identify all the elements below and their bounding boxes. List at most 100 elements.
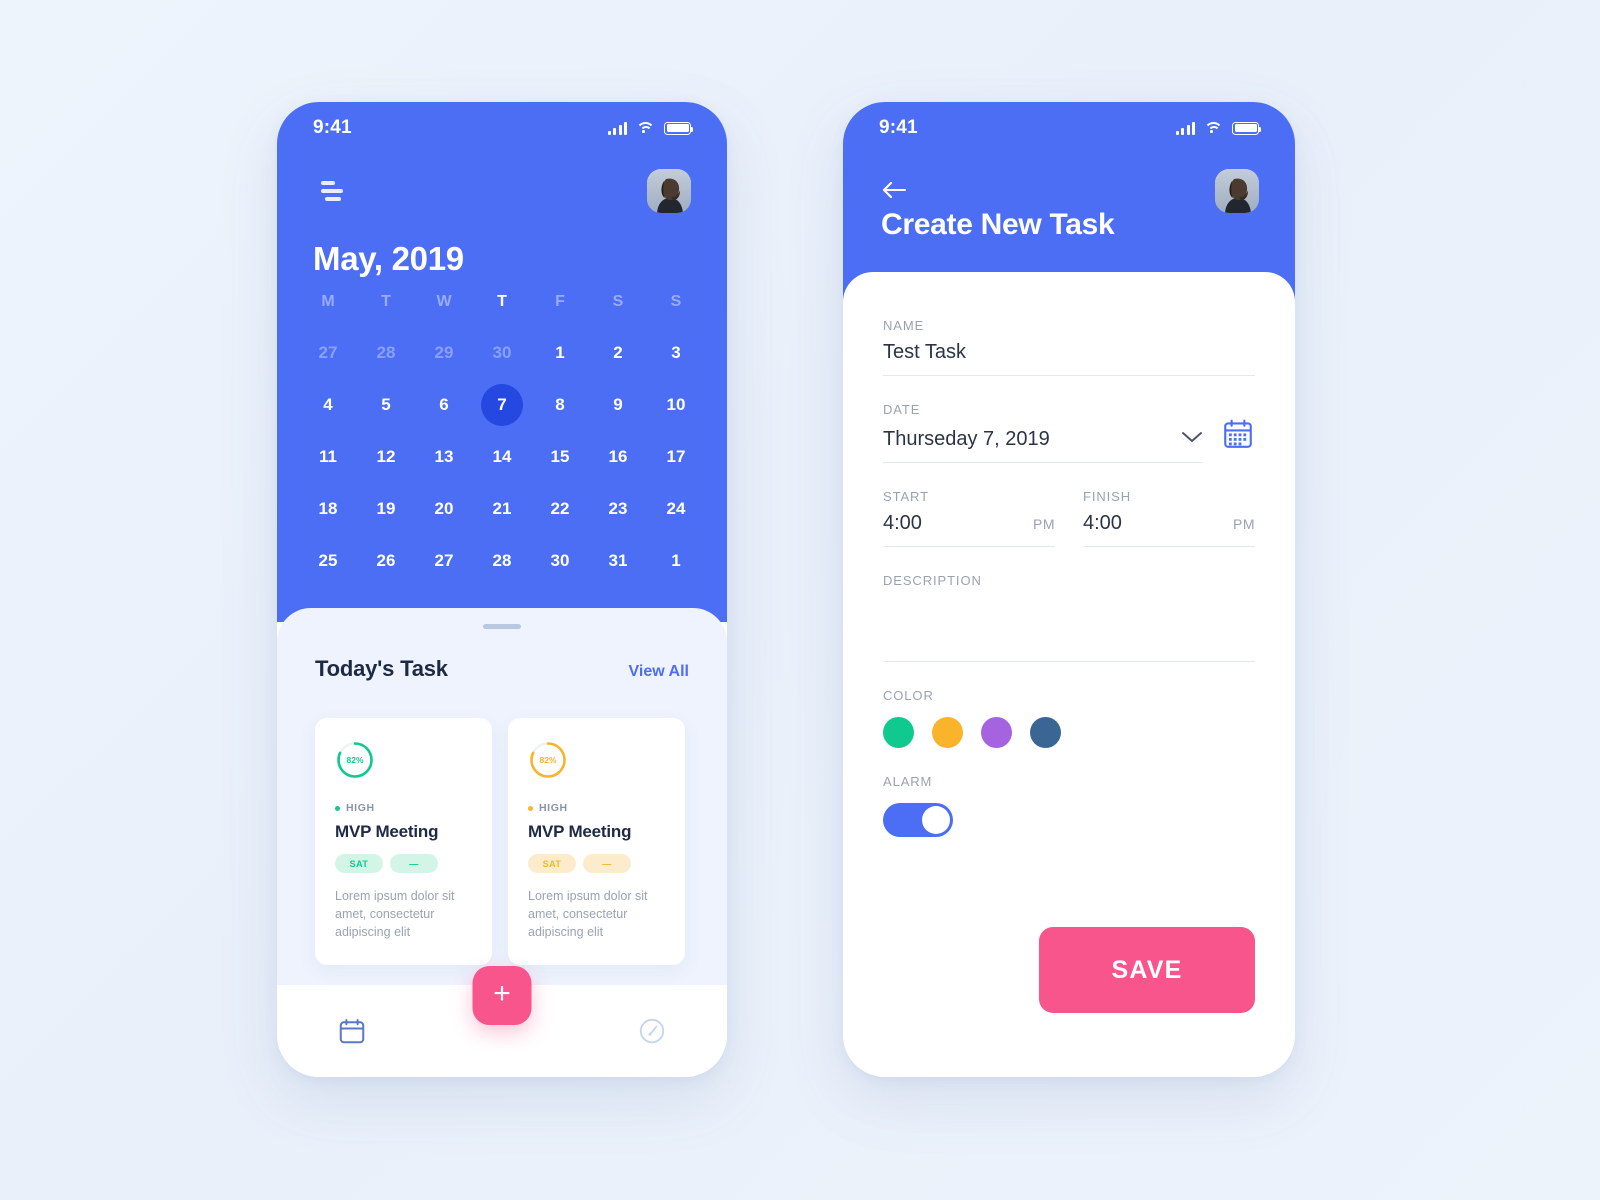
nav-stats-button[interactable] (624, 1003, 680, 1059)
date-input[interactable]: Thurseday 7, 2019 (883, 428, 1050, 451)
calendar-weekday: F (555, 293, 565, 310)
calendar-day-label: 5 (381, 395, 391, 414)
calendar-day[interactable]: 16 (589, 431, 647, 483)
calendar-day[interactable]: 29 (415, 327, 473, 379)
create-task-form: NAME Test Task DATE Thurseday 7, 2019 ST… (843, 272, 1295, 1077)
start-ampm[interactable]: PM (1033, 516, 1055, 532)
calendar-day-label: 8 (555, 395, 565, 414)
start-underline (883, 546, 1055, 547)
calendar-day-label: 22 (550, 499, 570, 518)
calendar-day[interactable]: 25 (299, 535, 357, 587)
calendar-day[interactable]: 18 (299, 483, 357, 535)
calendar-day[interactable]: 1 (647, 535, 705, 587)
date-picker-button[interactable] (1221, 417, 1255, 451)
calendar-day[interactable]: 15 (531, 431, 589, 483)
task-card[interactable]: 82% HIGH MVP Meeting SAT — Lorem ipsum dolor … (315, 718, 492, 966)
calendar-day[interactable]: 11 (299, 431, 357, 483)
alarm-toggle[interactable] (883, 803, 953, 837)
avatar-photo (647, 169, 691, 213)
calendar-day[interactable]: 13 (415, 431, 473, 483)
calendar-day[interactable]: 27 (299, 327, 357, 379)
status-icons (607, 121, 694, 135)
finish-time-input[interactable]: 4:00 (1083, 512, 1122, 535)
calendar-day-label: 1 (555, 343, 565, 362)
avatar[interactable] (647, 169, 691, 213)
sheet-header: Today's Task View All (315, 656, 689, 682)
calendar-day-selected[interactable]: 7 (473, 379, 531, 431)
save-button[interactable]: SAVE (1039, 927, 1255, 1013)
add-task-fab[interactable]: + (472, 966, 532, 1025)
calendar-header: 9:41 May, 2019 M T W T F S S 27 28 29 30… (277, 102, 727, 622)
start-time-input[interactable]: 4:00 (883, 512, 922, 535)
priority-label: HIGH (539, 802, 568, 814)
calendar-weekday: T (497, 293, 507, 310)
calendar-day[interactable]: 23 (589, 483, 647, 535)
calendar-day[interactable]: 19 (357, 483, 415, 535)
color-swatch[interactable] (932, 717, 963, 748)
calendar-topbar (277, 154, 727, 228)
color-swatch[interactable] (883, 717, 914, 748)
calendar-day[interactable]: 14 (473, 431, 531, 483)
calendar-day[interactable]: 20 (415, 483, 473, 535)
nav-calendar-button[interactable] (324, 1003, 380, 1059)
calendar-day[interactable]: 30 (473, 327, 531, 379)
calendar-day[interactable]: 8 (531, 379, 589, 431)
calendar-day[interactable]: 22 (531, 483, 589, 535)
calendar-day-label: 3 (671, 343, 681, 362)
calendar-day[interactable]: 24 (647, 483, 705, 535)
description-input[interactable] (883, 588, 1255, 650)
task-card[interactable]: 82% HIGH MVP Meeting SAT — Lorem ipsum dolor … (508, 718, 685, 966)
task-chip[interactable]: SAT (528, 854, 576, 873)
task-chip-list: SAT — (528, 854, 665, 873)
calendar-day[interactable]: 26 (357, 535, 415, 587)
finish-ampm[interactable]: PM (1233, 516, 1255, 532)
status-time: 9:41 (313, 117, 352, 138)
wifi-icon (636, 121, 655, 135)
calendar-day[interactable]: 12 (357, 431, 415, 483)
toggle-knob (922, 806, 950, 834)
calendar-day[interactable]: 28 (473, 535, 531, 587)
calendar-day[interactable]: 3 (647, 327, 705, 379)
color-swatch[interactable] (1030, 717, 1061, 748)
calendar-day[interactable]: 9 (589, 379, 647, 431)
hamburger-menu-icon[interactable] (313, 180, 343, 202)
avatar[interactable] (1215, 169, 1259, 213)
color-swatch[interactable] (981, 717, 1012, 748)
calendar-day[interactable]: 27 (415, 535, 473, 587)
calendar-day[interactable]: 1 (531, 327, 589, 379)
task-chip[interactable]: SAT (335, 854, 383, 873)
wifi-icon (1204, 121, 1223, 135)
task-chip[interactable]: — (583, 854, 631, 873)
calendar-day[interactable]: 6 (415, 379, 473, 431)
calendar-day[interactable]: 4 (299, 379, 357, 431)
calendar-day[interactable]: 31 (589, 535, 647, 587)
name-field-group: NAME Test Task (883, 318, 1255, 376)
task-chip[interactable]: — (390, 854, 438, 873)
calendar-day[interactable]: 30 (531, 535, 589, 587)
start-label: START (883, 489, 929, 504)
calendar-icon (339, 1019, 365, 1044)
calendar-day[interactable]: 28 (357, 327, 415, 379)
arrow-left-icon (882, 181, 907, 199)
calendar-day-label: 19 (376, 499, 396, 518)
view-all-link[interactable]: View All (629, 663, 689, 681)
calendar-day[interactable]: 5 (357, 379, 415, 431)
calendar-day-label: 15 (550, 447, 570, 466)
calendar-day[interactable]: 10 (647, 379, 705, 431)
calendar-day[interactable]: 17 (647, 431, 705, 483)
chevron-down-icon (1182, 431, 1202, 442)
calendar-day-label: 30 (492, 343, 512, 362)
date-dropdown-button[interactable] (1181, 430, 1203, 442)
calendar-week-row: 18 19 20 21 22 23 24 (299, 483, 705, 535)
screenshot-canvas: 9:41 May, 2019 M T W T F S S 27 28 29 30… (0, 0, 1600, 1200)
calendar-grid: MTWTFSS 27 28 29 30 1 2 3 4 5 6 7 8 9 10 11 12 13 14 15 16 1… (299, 284, 705, 587)
calendar-day[interactable]: 21 (473, 483, 531, 535)
calendar-weekday: M (321, 293, 335, 310)
back-button[interactable] (879, 178, 913, 204)
description-underline (883, 661, 1255, 662)
task-description: Lorem ipsum dolor sit amet, consectetur … (528, 889, 648, 940)
plus-icon: + (493, 977, 511, 1010)
sheet-drag-handle[interactable] (483, 624, 521, 629)
name-input[interactable]: Test Task (883, 341, 1255, 364)
calendar-day[interactable]: 2 (589, 327, 647, 379)
